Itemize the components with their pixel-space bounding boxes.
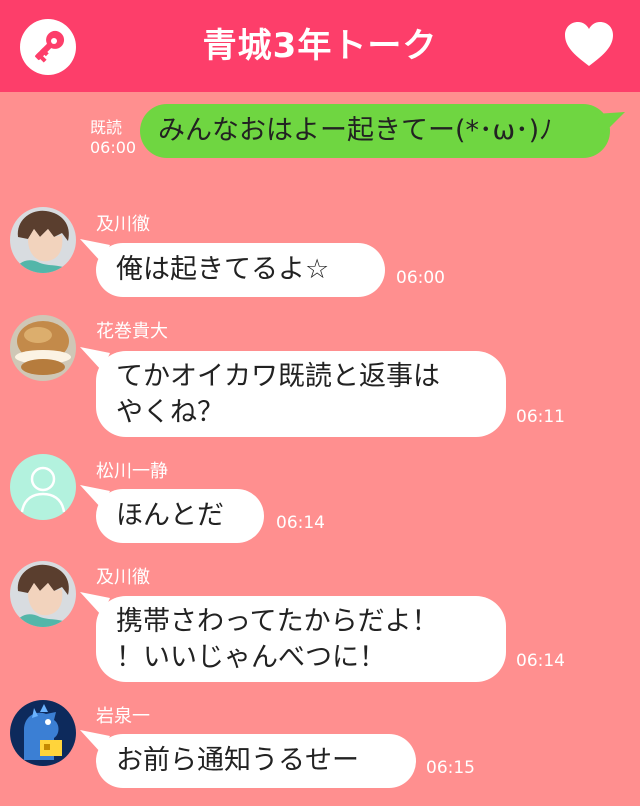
sent-time: 06:00	[90, 138, 137, 157]
sender-name: 及川徹	[96, 214, 150, 235]
bubble-tail	[80, 730, 110, 754]
message-time: 06:00	[396, 268, 445, 288]
message-text: 携帯さわってたからだよ！ ！いいじゃんべつに！	[116, 606, 439, 673]
sender-name: 花巻貴大	[96, 321, 168, 342]
message-bubble[interactable]: 携帯さわってたからだよ！ ！いいじゃんべつに！	[80, 592, 506, 682]
cream-puff-avatar[interactable]	[10, 315, 76, 381]
message-bubble[interactable]: お前ら通知うるせー	[80, 730, 416, 788]
message-bubble[interactable]: 俺は起きてるよ☆	[80, 239, 385, 297]
godzilla-avatar[interactable]	[10, 700, 76, 766]
sent-message-bubble[interactable]: みんなおはよー起きてー(*･ω･)ﾉ	[140, 104, 625, 158]
sender-name: 及川徹	[96, 567, 150, 588]
bubble-tail	[80, 592, 110, 616]
message-time: 06:15	[426, 758, 475, 778]
bubble-tail	[80, 347, 110, 371]
sender-name: 松川一静	[96, 461, 168, 482]
chat-header: 青城3年トーク	[0, 0, 640, 92]
message-text: ほんとだ	[116, 500, 224, 531]
message-time: 06:14	[516, 651, 565, 671]
sender-name: 岩泉一	[96, 706, 150, 727]
message-bubble[interactable]: てかオイカワ既読と返事は やくね？	[80, 347, 506, 437]
message-text: 俺は起きてるよ☆	[116, 254, 330, 285]
bubble-tail	[80, 239, 110, 263]
sent-message-text: みんなおはよー起きてー(*･ω･)ﾉ	[158, 115, 553, 146]
oikawa-avatar[interactable]	[10, 207, 76, 273]
message-time: 06:14	[276, 513, 325, 533]
oikawa-avatar[interactable]	[10, 561, 76, 627]
message-text: てかオイカワ既読と返事は やくね？	[116, 361, 440, 428]
bubble-tail	[595, 112, 625, 134]
read-label: 既読	[90, 118, 123, 137]
read-receipt: 既読 06:00	[90, 118, 136, 158]
message-time: 06:11	[516, 407, 565, 427]
message-bubble[interactable]: ほんとだ	[80, 485, 264, 543]
message-text: お前ら通知うるせー	[116, 745, 359, 776]
chat-title: 青城3年トーク	[202, 26, 438, 66]
heart-icon[interactable]	[563, 20, 615, 68]
default-person-avatar[interactable]	[10, 454, 76, 520]
bubble-tail	[80, 485, 110, 509]
